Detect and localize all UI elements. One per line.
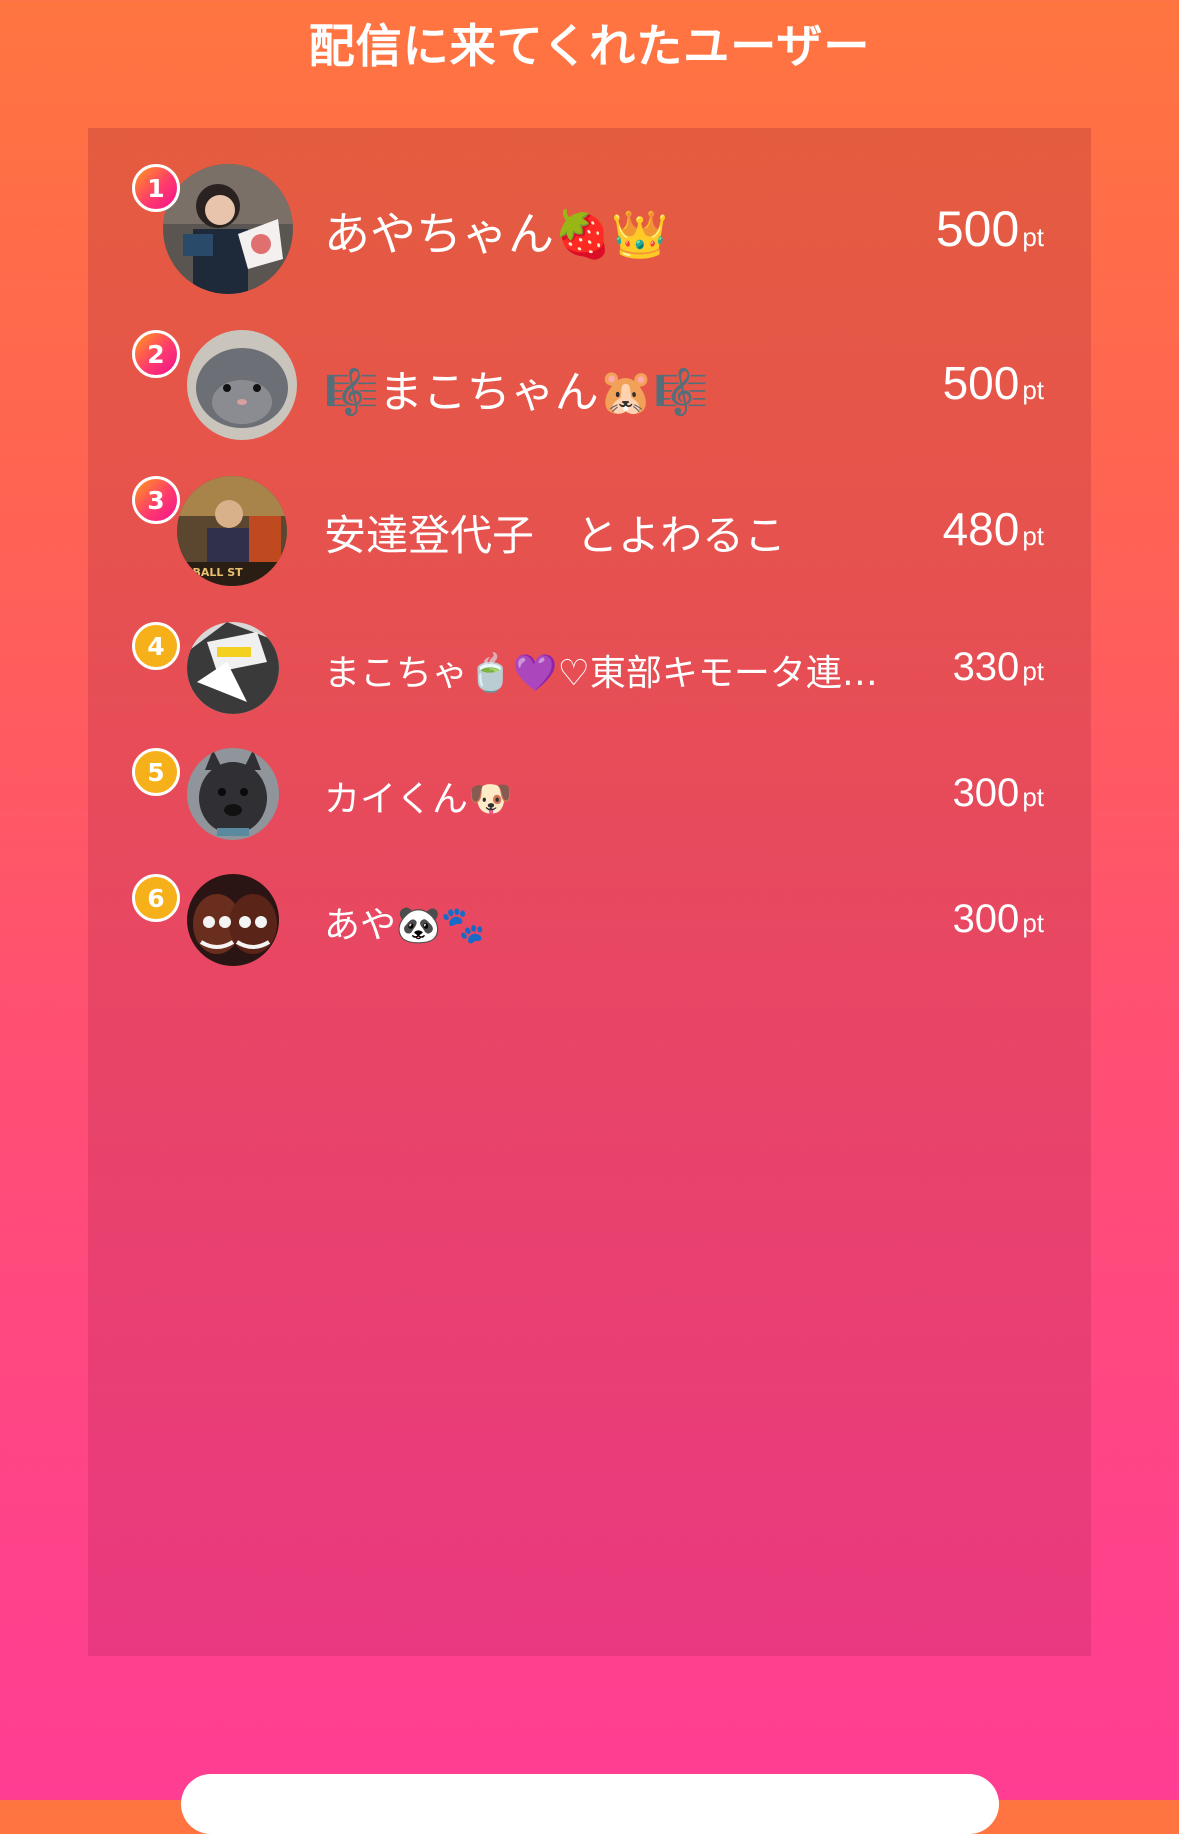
ranking-panel: 1 あやちゃん🍓👑 500 pt 2 🎼まこちゃん🐹🎼 500 pt EBALL…	[88, 128, 1091, 1656]
ranking-row-5[interactable]: 5 カイくん🐶 300 pt	[88, 748, 1091, 840]
page-title: 配信に来てくれたユーザー	[308, 19, 871, 73]
ranking-row-1[interactable]: 1 あやちゃん🍓👑 500 pt	[88, 164, 1091, 294]
points-value: 300	[952, 897, 1020, 941]
user-name: あやちゃん🍓👑	[324, 207, 669, 261]
points-unit: pt	[1022, 521, 1044, 551]
rank-badge: 6	[132, 874, 180, 922]
user-points: 500 pt	[936, 200, 1044, 258]
user-avatar[interactable]	[163, 164, 293, 294]
points-value: 300	[952, 771, 1020, 815]
user-name: 🎼まこちゃん🐹🎼	[324, 367, 709, 418]
user-avatar[interactable]	[187, 748, 279, 840]
user-points: 300 pt	[953, 896, 1044, 942]
rank-badge: 4	[132, 622, 180, 670]
user-points: 300 pt	[953, 770, 1044, 816]
user-points: 500 pt	[943, 356, 1044, 410]
ranking-row-2[interactable]: 2 🎼まこちゃん🐹🎼 500 pt	[88, 330, 1091, 440]
user-name: あや🐼🐾	[324, 905, 486, 946]
bottom-sheet-button[interactable]	[181, 1774, 999, 1834]
points-unit: pt	[1022, 908, 1044, 938]
points-unit: pt	[1022, 375, 1044, 405]
ranking-row-4[interactable]: 4 まこちゃ🍵💜♡東部キモータ連… 330 pt	[88, 622, 1091, 714]
rank-badge: 5	[132, 748, 180, 796]
user-name: 安達登代子 とよわるこ	[324, 511, 787, 560]
points-value: 480	[942, 503, 1020, 555]
points-value: 330	[952, 645, 1020, 689]
rank-badge: 3	[132, 476, 180, 524]
rank-badge: 2	[132, 330, 180, 378]
points-unit: pt	[1022, 782, 1044, 812]
user-avatar[interactable]	[187, 622, 279, 714]
points-value: 500	[935, 201, 1020, 257]
user-avatar[interactable]	[187, 330, 297, 440]
ranking-row-6[interactable]: 6 あや🐼🐾 300 pt	[88, 874, 1091, 966]
user-name: まこちゃ🍵💜♡東部キモータ連…	[324, 653, 878, 694]
rank-badge: 1	[132, 164, 180, 212]
user-avatar[interactable]	[187, 874, 279, 966]
user-name: カイくん🐶	[324, 779, 513, 820]
user-avatar[interactable]: EBALL ST	[177, 476, 287, 586]
points-value: 500	[942, 357, 1020, 409]
user-points: 480 pt	[943, 502, 1044, 556]
ranking-row-3[interactable]: EBALL ST 3 安達登代子 とよわるこ 480 pt	[88, 476, 1091, 586]
points-unit: pt	[1022, 222, 1044, 252]
svg-text:EBALL ST: EBALL ST	[185, 566, 243, 579]
user-points: 330 pt	[953, 644, 1044, 690]
points-unit: pt	[1022, 656, 1044, 686]
